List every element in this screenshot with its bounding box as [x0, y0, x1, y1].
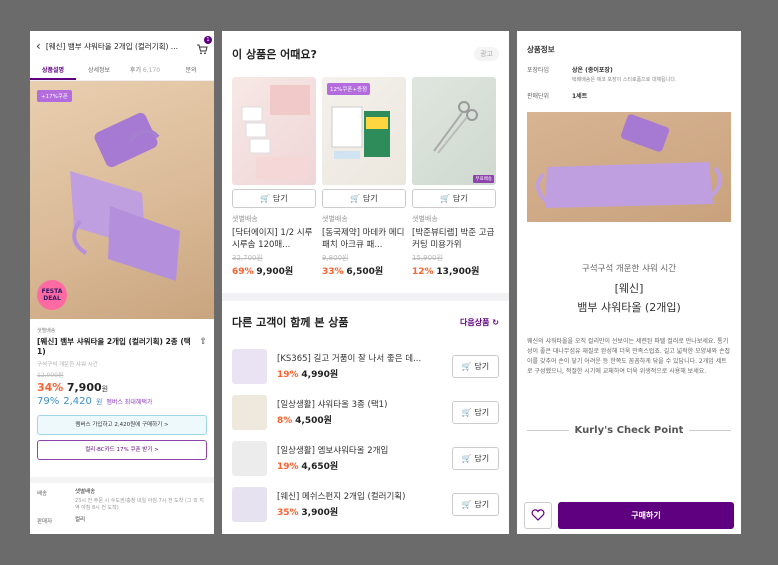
- original-price: 15,900원: [412, 254, 443, 262]
- add-to-cart-button[interactable]: 🛒 담기: [452, 446, 499, 470]
- product-name[interactable]: [KS365] 길고 거품이 잘 나서 좋은 데...: [277, 352, 442, 364]
- add-to-cart-button[interactable]: 🛒 담기: [322, 189, 406, 208]
- product-thumbnail[interactable]: [232, 348, 267, 384]
- original-price: 32,700원: [232, 254, 263, 262]
- pack-value: 상온 (종이포장): [572, 67, 613, 74]
- delivery-note: 23시 전 주문 시 수도권/충청 내일 아침 7시 전 도착 (그 외 지역 …: [75, 498, 204, 511]
- product-thumbnail[interactable]: [232, 394, 267, 430]
- product-subdesc: 구석구석 개운한 샤워 시간: [37, 362, 98, 368]
- shipping-label: 샛별배송: [412, 215, 438, 223]
- member-note[interactable]: 멤버스 최대혜택가: [106, 397, 152, 406]
- seller-key: 판매자: [37, 519, 53, 525]
- product-name: [웨신] 뱀부 샤워타올 2개입 (컬러기획) 2종 (택1): [37, 337, 191, 356]
- pack-note: 택배배송은 에코 포장이 스티로폼으로 대체됩니다.: [572, 77, 677, 83]
- price-row: 33% 6,500원: [322, 267, 384, 277]
- detail-tabs: 상품설명 상세정보 후기 6,170 문의: [30, 61, 214, 81]
- others-viewed-section: 다른 고객이 함께 본 상품 다음상품 ↻ [KS365] 길고 거품이 잘 나…: [222, 301, 509, 534]
- shipping-label: 샛별배송: [37, 328, 56, 334]
- product-detail-screen: ‹ [웨신] 뱀부 샤워타올 2개입 (컬러기획) ... 1 상품설명 상세정…: [30, 31, 214, 534]
- product-info: 샛별배송 [웨신] 뱀부 샤워타올 2개입 (컬러기획) 2종 (택1) ⇧ 구…: [30, 319, 214, 468]
- product-description: 웨신의 샤워타올을 오직 컬리만이 선보이는 세련된 파텔 컬러로 만나보세요.…: [527, 338, 731, 375]
- tab-description[interactable]: 상품설명: [30, 61, 76, 80]
- list-item[interactable]: [웨신] 메쉬스펀지 2개입 (컬러기획) 35% 3,900원 🛒 담기: [232, 481, 499, 527]
- price-row: 34% 7,900원: [37, 381, 109, 394]
- sale-price: 7,900: [66, 381, 102, 394]
- tab-details[interactable]: 상세정보: [76, 61, 122, 80]
- join-members-button[interactable]: 멤버스 가입하고 2,420원에 구매하기 >: [37, 415, 207, 435]
- member-price: 2,420: [63, 396, 92, 407]
- cart-count-badge: 1: [204, 36, 212, 44]
- cart-icon[interactable]: 1: [196, 36, 212, 55]
- product-thumbnail[interactable]: [232, 486, 267, 522]
- add-to-cart-button[interactable]: 🛒 담기: [232, 189, 316, 208]
- brand-name: [웨신]: [614, 282, 644, 295]
- tab-inquiry[interactable]: 문의: [168, 61, 214, 80]
- product-hero-image: +17%쿠폰 FESTA DEAL: [30, 81, 214, 319]
- wishlist-heart-icon[interactable]: [524, 501, 552, 529]
- member-price-row: 79% 2,420 원 멤버스 최대혜택가: [37, 396, 153, 407]
- recommend-card[interactable]: 무료배송 🛒 담기 샛별배송 [박준뷰티랩] 박준 고급 커팅 미용가위 15,…: [412, 77, 496, 277]
- recommend-title: 이 상품은 어때요?: [232, 48, 317, 61]
- top-bar: ‹ [웨신] 뱀부 샤워타올 2개입 (컬러기획) ... 1: [30, 31, 214, 61]
- recommend-card[interactable]: 🛒 담기 샛별배송 [닥터에이지] 1/2 시루시루솜 120매... 32,7…: [232, 77, 316, 277]
- product-name[interactable]: [닥터에이지] 1/2 시루시루솜 120매...: [232, 227, 316, 251]
- price-row: 12% 13,900원: [412, 267, 480, 277]
- delivery-info: 배송 샛별배송 23시 전 주문 시 수도권/충청 내일 아침 7시 전 도착 (…: [30, 477, 214, 534]
- list-item[interactable]: [일상생활] 샤워타올 3종 (택1) 8% 4,500원 🛒 담기: [232, 389, 499, 435]
- original-price: 9,800원: [322, 254, 349, 262]
- product-thumbnail[interactable]: 12%쿠폰+증정: [322, 77, 406, 185]
- seller-value: 컬리: [75, 517, 86, 523]
- product-name[interactable]: [일상생활] 샤워타올 3종 (택1): [277, 398, 442, 410]
- member-discount: 79%: [37, 396, 60, 407]
- product-name[interactable]: [일상생활] 엠보샤워타올 2개입: [277, 444, 442, 456]
- product-name: 뱀부 샤워타올 (2개입): [577, 301, 681, 314]
- shipping-label: 샛별배송: [232, 215, 258, 223]
- free-shipping-badge: 무료배송: [473, 175, 494, 183]
- shipping-label: 샛별배송: [322, 215, 348, 223]
- product-subtitle: 구석구석 개운한 샤워 시간: [581, 264, 677, 274]
- purchase-bar: 구매하기: [517, 496, 741, 534]
- recommend-card[interactable]: 12%쿠폰+증정 🛒 담기 샛별배송 [동국제약] 마데카 메디패치 아크큐 패…: [322, 77, 406, 277]
- product-name[interactable]: [웨신] 메쉬스펀지 2개입 (컬러기획): [277, 490, 442, 502]
- product-thumbnail[interactable]: [232, 440, 267, 476]
- product-photo: [527, 112, 731, 222]
- check-point-header: Kurly's Check Point: [517, 425, 741, 436]
- product-thumbnail[interactable]: [232, 77, 316, 185]
- coupon-badge: +17%쿠폰: [37, 90, 72, 102]
- original-price: 12,000원: [37, 372, 64, 379]
- product-name[interactable]: [박준뷰티랩] 박준 고급 커팅 미용가위: [412, 227, 496, 251]
- recommendation-screen: 이 상품은 어때요? 광고 🛒 담기 샛별배송 [닥터에이지] 1/2 시루시루…: [222, 31, 509, 534]
- others-title: 다른 고객이 함께 본 상품: [232, 316, 349, 329]
- product-info-screen: 상품정보 포장타입 상온 (종이포장) 택배배송은 에코 포장이 스티로폼으로 대…: [517, 31, 741, 534]
- festa-deal-badge: FESTA DEAL: [37, 280, 67, 310]
- product-name[interactable]: [동국제약] 마데카 메디패치 아크큐 패...: [322, 227, 406, 251]
- recommend-section: 이 상품은 어때요? 광고 🛒 담기 샛별배송 [닥터에이지] 1/2 시루시루…: [222, 31, 509, 293]
- unit-value: 1세트: [572, 93, 588, 100]
- pack-key: 포장타입: [527, 67, 550, 74]
- price-row: 69% 9,900원: [232, 267, 294, 277]
- back-arrow-icon[interactable]: ‹: [36, 39, 41, 53]
- list-item[interactable]: [일상생활] 엠보샤워타올 2개입 19% 4,650원 🛒 담기: [232, 435, 499, 481]
- share-icon[interactable]: ⇧: [199, 337, 207, 357]
- discount-rate: 34%: [37, 381, 64, 394]
- add-to-cart-button[interactable]: 🛒 담기: [452, 354, 499, 378]
- ad-badge: 광고: [474, 47, 499, 61]
- unit-key: 판매단위: [527, 93, 550, 100]
- next-products-link[interactable]: 다음상품 ↻: [460, 317, 499, 328]
- info-title: 상품정보: [527, 45, 555, 54]
- product-thumbnail[interactable]: 무료배송: [412, 77, 496, 185]
- buy-button[interactable]: 구매하기: [558, 501, 734, 529]
- delivery-key: 배송: [37, 491, 48, 497]
- tab-reviews[interactable]: 후기 6,170: [122, 61, 168, 80]
- card-coupon-button[interactable]: 컬리·BC카드 17% 쿠폰 받기 >: [37, 440, 207, 460]
- list-item[interactable]: [KS365] 길고 거품이 잘 나서 좋은 데... 19% 4,990원 🛒 …: [232, 343, 499, 389]
- add-to-cart-button[interactable]: 🛒 담기: [412, 189, 496, 208]
- add-to-cart-button[interactable]: 🛒 담기: [452, 492, 499, 516]
- delivery-value: 샛별배송: [75, 489, 96, 495]
- coupon-badge: 12%쿠폰+증정: [327, 83, 371, 95]
- page-title: [웨신] 뱀부 샤워타올 2개입 (컬러기획) ...: [45, 41, 178, 51]
- add-to-cart-button[interactable]: 🛒 담기: [452, 400, 499, 424]
